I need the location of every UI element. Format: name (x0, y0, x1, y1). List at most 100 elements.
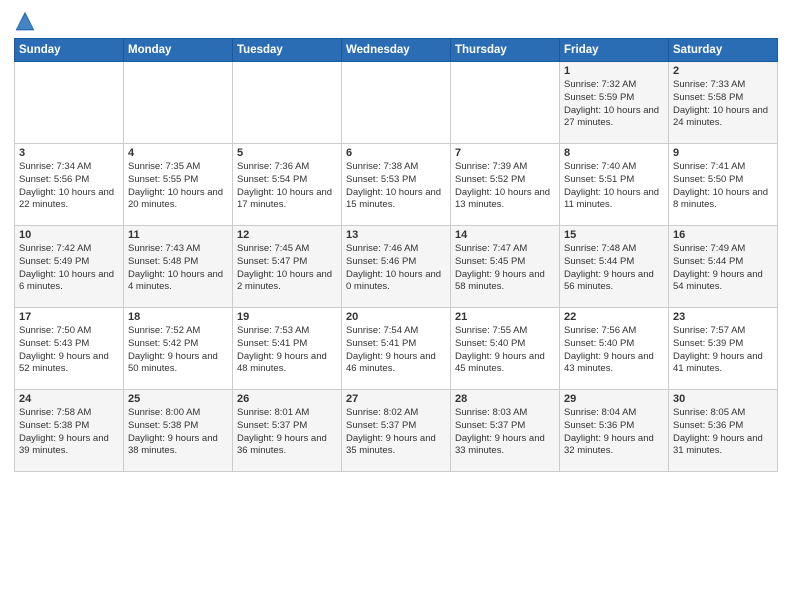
day-info: Sunrise: 7:54 AMSunset: 5:41 PMDaylight:… (346, 325, 446, 376)
calendar-cell: 5 Sunrise: 7:36 AMSunset: 5:54 PMDaylight… (233, 144, 342, 226)
day-number: 18 (128, 311, 228, 323)
calendar-cell: 24 Sunrise: 7:58 AMSunset: 5:38 PMDayligh… (15, 390, 124, 472)
weekday-header-monday: Monday (124, 39, 233, 62)
calendar-cell: 28 Sunrise: 8:03 AMSunset: 5:37 PMDayligh… (451, 390, 560, 472)
day-info: Sunrise: 7:58 AMSunset: 5:38 PMDaylight:… (19, 407, 119, 458)
day-number: 19 (237, 311, 337, 323)
day-info: Sunrise: 7:34 AMSunset: 5:56 PMDaylight:… (19, 161, 119, 212)
day-info: Sunrise: 7:45 AMSunset: 5:47 PMDaylight:… (237, 243, 337, 294)
day-number: 29 (564, 393, 664, 405)
day-number: 14 (455, 229, 555, 241)
day-number: 13 (346, 229, 446, 241)
calendar-cell: 18 Sunrise: 7:52 AMSunset: 5:42 PMDayligh… (124, 308, 233, 390)
day-number: 17 (19, 311, 119, 323)
day-info: Sunrise: 7:35 AMSunset: 5:55 PMDaylight:… (128, 161, 228, 212)
calendar-cell: 15 Sunrise: 7:48 AMSunset: 5:44 PMDayligh… (560, 226, 669, 308)
calendar-week-4: 24 Sunrise: 7:58 AMSunset: 5:38 PMDayligh… (15, 390, 778, 472)
calendar-week-0: 1Sunrise: 7:32 AMSunset: 5:59 PMDaylight… (15, 62, 778, 144)
calendar-cell: 10 Sunrise: 7:42 AMSunset: 5:49 PMDayligh… (15, 226, 124, 308)
calendar-cell: 16 Sunrise: 7:49 AMSunset: 5:44 PMDayligh… (669, 226, 778, 308)
calendar-cell: 25 Sunrise: 8:00 AMSunset: 5:38 PMDayligh… (124, 390, 233, 472)
day-number: 20 (346, 311, 446, 323)
calendar-cell: 19 Sunrise: 7:53 AMSunset: 5:41 PMDayligh… (233, 308, 342, 390)
calendar-cell: 7Sunrise: 7:39 AMSunset: 5:52 PMDaylight… (451, 144, 560, 226)
day-info: Sunrise: 8:01 AMSunset: 5:37 PMDaylight:… (237, 407, 337, 458)
main-container: SundayMondayTuesdayWednesdayThursdayFrid… (0, 0, 792, 478)
calendar-cell: 8 Sunrise: 7:40 AMSunset: 5:51 PMDaylight… (560, 144, 669, 226)
day-info: Sunrise: 7:50 AMSunset: 5:43 PMDaylight:… (19, 325, 119, 376)
calendar-cell: 6 Sunrise: 7:38 AMSunset: 5:53 PMDaylight… (342, 144, 451, 226)
header-area (14, 10, 778, 32)
calendar-cell: 12 Sunrise: 7:45 AMSunset: 5:47 PMDayligh… (233, 226, 342, 308)
calendar-cell (451, 62, 560, 144)
day-info: Sunrise: 7:52 AMSunset: 5:42 PMDaylight:… (128, 325, 228, 376)
calendar-cell: 20 Sunrise: 7:54 AMSunset: 5:41 PMDayligh… (342, 308, 451, 390)
day-info: Sunrise: 8:05 AMSunset: 5:36 PMDaylight:… (673, 407, 773, 458)
calendar-cell: 4 Sunrise: 7:35 AMSunset: 5:55 PMDaylight… (124, 144, 233, 226)
day-info: Sunrise: 7:33 AMSunset: 5:58 PMDaylight:… (673, 79, 773, 130)
day-number: 11 (128, 229, 228, 241)
calendar-cell: 26 Sunrise: 8:01 AMSunset: 5:37 PMDayligh… (233, 390, 342, 472)
calendar-cell: 9 Sunrise: 7:41 AMSunset: 5:50 PMDaylight… (669, 144, 778, 226)
weekday-header-sunday: Sunday (15, 39, 124, 62)
day-number: 24 (19, 393, 119, 405)
day-number: 26 (237, 393, 337, 405)
logo-icon (14, 10, 36, 32)
calendar-cell (342, 62, 451, 144)
day-info: Sunrise: 7:56 AMSunset: 5:40 PMDaylight:… (564, 325, 664, 376)
day-number: 28 (455, 393, 555, 405)
weekday-header-saturday: Saturday (669, 39, 778, 62)
day-info: Sunrise: 8:04 AMSunset: 5:36 PMDaylight:… (564, 407, 664, 458)
calendar-cell (124, 62, 233, 144)
day-info: Sunrise: 7:49 AMSunset: 5:44 PMDaylight:… (673, 243, 773, 294)
calendar-cell (233, 62, 342, 144)
calendar-week-3: 17 Sunrise: 7:50 AMSunset: 5:43 PMDayligh… (15, 308, 778, 390)
day-number: 16 (673, 229, 773, 241)
day-number: 1 (564, 65, 664, 77)
calendar-cell: 13 Sunrise: 7:46 AMSunset: 5:46 PMDayligh… (342, 226, 451, 308)
day-info: Sunrise: 7:53 AMSunset: 5:41 PMDaylight:… (237, 325, 337, 376)
day-number: 8 (564, 147, 664, 159)
day-info: Sunrise: 7:57 AMSunset: 5:39 PMDaylight:… (673, 325, 773, 376)
day-info: Sunrise: 7:48 AMSunset: 5:44 PMDaylight:… (564, 243, 664, 294)
calendar-header: SundayMondayTuesdayWednesdayThursdayFrid… (15, 39, 778, 62)
weekday-header-friday: Friday (560, 39, 669, 62)
day-number: 15 (564, 229, 664, 241)
day-number: 9 (673, 147, 773, 159)
day-number: 27 (346, 393, 446, 405)
day-number: 10 (19, 229, 119, 241)
day-info: Sunrise: 7:46 AMSunset: 5:46 PMDaylight:… (346, 243, 446, 294)
calendar-cell (15, 62, 124, 144)
day-info: Sunrise: 7:55 AMSunset: 5:40 PMDaylight:… (455, 325, 555, 376)
calendar-cell: 1Sunrise: 7:32 AMSunset: 5:59 PMDaylight… (560, 62, 669, 144)
day-number: 2 (673, 65, 773, 77)
day-info: Sunrise: 7:38 AMSunset: 5:53 PMDaylight:… (346, 161, 446, 212)
day-number: 12 (237, 229, 337, 241)
day-number: 4 (128, 147, 228, 159)
weekday-header-wednesday: Wednesday (342, 39, 451, 62)
day-info: Sunrise: 7:43 AMSunset: 5:48 PMDaylight:… (128, 243, 228, 294)
day-number: 23 (673, 311, 773, 323)
day-number: 25 (128, 393, 228, 405)
calendar-cell: 30 Sunrise: 8:05 AMSunset: 5:36 PMDayligh… (669, 390, 778, 472)
day-number: 3 (19, 147, 119, 159)
calendar-table: SundayMondayTuesdayWednesdayThursdayFrid… (14, 38, 778, 472)
day-number: 7 (455, 147, 555, 159)
day-info: Sunrise: 7:47 AMSunset: 5:45 PMDaylight:… (455, 243, 555, 294)
logo (14, 10, 40, 32)
day-info: Sunrise: 8:03 AMSunset: 5:37 PMDaylight:… (455, 407, 555, 458)
day-number: 30 (673, 393, 773, 405)
day-number: 5 (237, 147, 337, 159)
weekday-row: SundayMondayTuesdayWednesdayThursdayFrid… (15, 39, 778, 62)
day-number: 6 (346, 147, 446, 159)
day-number: 21 (455, 311, 555, 323)
day-info: Sunrise: 7:36 AMSunset: 5:54 PMDaylight:… (237, 161, 337, 212)
calendar-cell: 23 Sunrise: 7:57 AMSunset: 5:39 PMDayligh… (669, 308, 778, 390)
calendar-cell: 3 Sunrise: 7:34 AMSunset: 5:56 PMDaylight… (15, 144, 124, 226)
calendar-cell: 29 Sunrise: 8:04 AMSunset: 5:36 PMDayligh… (560, 390, 669, 472)
day-info: Sunrise: 7:41 AMSunset: 5:50 PMDaylight:… (673, 161, 773, 212)
day-info: Sunrise: 7:40 AMSunset: 5:51 PMDaylight:… (564, 161, 664, 212)
calendar-week-1: 3 Sunrise: 7:34 AMSunset: 5:56 PMDaylight… (15, 144, 778, 226)
day-info: Sunrise: 7:42 AMSunset: 5:49 PMDaylight:… (19, 243, 119, 294)
day-info: Sunrise: 8:00 AMSunset: 5:38 PMDaylight:… (128, 407, 228, 458)
